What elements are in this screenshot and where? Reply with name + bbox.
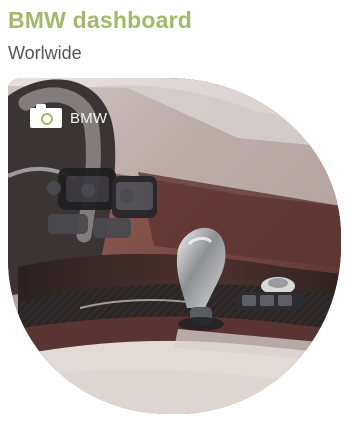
camera-icon [30,104,62,128]
photo-credit: BMW [30,104,108,129]
location-label: Worlwide [8,43,82,63]
photo-credit-label: BMW [70,109,108,127]
page-title: BMW dashboard [8,7,193,33]
car-interior-photo: BMW [8,78,341,414]
